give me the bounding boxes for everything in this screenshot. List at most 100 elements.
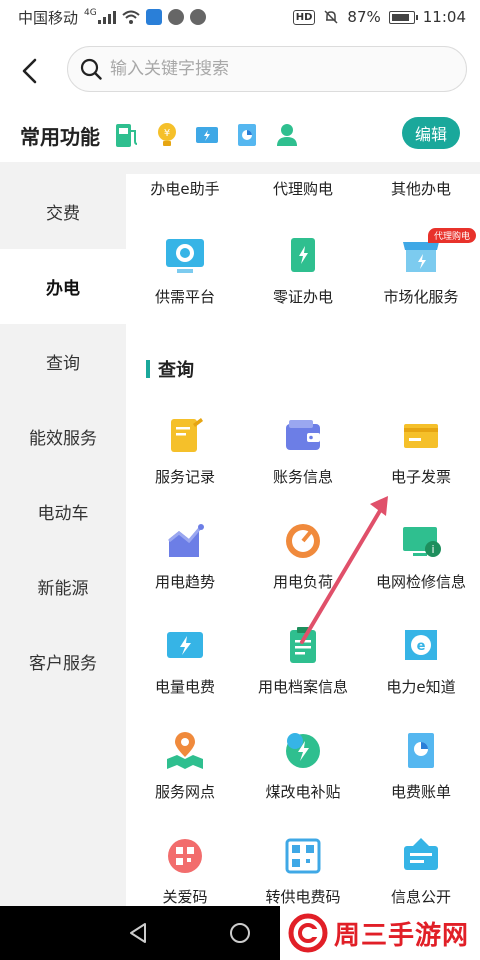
svg-text:i: i: [431, 543, 434, 556]
triangle-back-icon: [130, 923, 146, 943]
search-icon: [80, 58, 102, 80]
item-label: 电费账单: [390, 783, 451, 801]
carrier-label: 中国移动: [18, 8, 79, 27]
common-functions-title: 常用功能: [20, 124, 100, 149]
grid-item[interactable]: 电量电费: [126, 624, 244, 697]
section-divider: [0, 162, 480, 174]
sidebar-item-customer-service[interactable]: 客户服务: [0, 624, 126, 699]
grid-item[interactable]: i 电网检修信息: [362, 519, 480, 592]
electricity-card-icon[interactable]: [194, 121, 220, 149]
sidebar-item-query[interactable]: 查询: [0, 324, 126, 399]
item-label: 其他办电: [390, 180, 451, 198]
item-label: 电量电费: [154, 678, 215, 696]
service-outlet-map-icon: [167, 732, 203, 769]
back-arrow-icon: [22, 58, 37, 84]
supply-demand-platform-icon: [166, 239, 204, 273]
grid-maintenance-icon: i: [403, 527, 441, 557]
svg-text:¥: ¥: [164, 128, 170, 139]
nav-home-button[interactable]: [224, 918, 256, 948]
status-bar: 中国移动 4G HD 87% 11:04: [0, 0, 480, 34]
proxy-purchase-badge: 代理购电: [427, 228, 476, 243]
grid-item[interactable]: 用电负荷: [244, 519, 362, 592]
mute-bell-icon: [324, 10, 338, 24]
item-label: 供需平台: [154, 288, 215, 306]
charging-station-icon[interactable]: [114, 121, 140, 149]
item-label: 用电负荷: [272, 573, 333, 591]
grid-item[interactable]: 其他办电: [362, 178, 480, 199]
power-e-know-icon: e: [405, 630, 437, 660]
svg-text:e: e: [417, 639, 426, 654]
electricity-bill-icon: [408, 733, 434, 768]
item-label: 账务信息: [272, 468, 333, 486]
chat-icon: [189, 9, 206, 25]
usage-archive-icon: [290, 627, 316, 663]
grid-item[interactable]: 服务网点: [126, 729, 244, 802]
clock: 11:04: [422, 8, 466, 26]
sidebar-item-ev[interactable]: 电动车: [0, 474, 126, 549]
item-label: 电力e知道: [386, 678, 456, 696]
grid-item[interactable]: 供需平台: [126, 234, 244, 307]
search-input[interactable]: [110, 59, 410, 79]
public-info-board-icon: [404, 838, 438, 870]
load-gauge-icon: [286, 524, 320, 558]
function-grid: 办电e助手 代理购电 其他办电 供需平台 零证办电 代理购电 市场化服务 查询 …: [126, 174, 480, 906]
watermark: 周三手游网: [280, 906, 480, 960]
grid-item[interactable]: 电子发票: [362, 414, 480, 487]
item-label: 电子发票: [390, 468, 451, 486]
grid-item[interactable]: 用电档案信息: [244, 624, 362, 697]
zero-certificate-icon: [291, 238, 315, 272]
item-label: 转供电费码: [265, 888, 341, 906]
network-type: 4G: [84, 8, 97, 18]
grid-item[interactable]: 代理购电 市场化服务: [362, 228, 480, 307]
usage-trend-icon: [168, 524, 204, 557]
sidebar-item-energy-service[interactable]: 能效服务: [0, 399, 126, 474]
grid-item[interactable]: 账务信息: [244, 414, 362, 487]
grid-item[interactable]: 零证办电: [244, 234, 362, 307]
category-sidebar: 交费 办电 查询 能效服务 电动车 新能源 客户服务: [0, 174, 126, 906]
common-functions-bar: 常用功能 ¥ 编辑: [0, 108, 480, 162]
grid-item[interactable]: 办电e助手: [126, 178, 244, 199]
item-label: 用电档案信息: [257, 678, 348, 696]
watermark-text: 周三手游网: [334, 919, 470, 950]
grid-item[interactable]: 信息公开: [362, 834, 480, 906]
back-button[interactable]: [0, 41, 60, 101]
item-label: 服务记录: [154, 468, 215, 486]
lightbulb-coin-icon[interactable]: ¥: [154, 121, 180, 149]
signal-icon: 4G: [84, 8, 116, 24]
item-label: 电网检修信息: [375, 573, 466, 591]
nav-back-button[interactable]: [122, 918, 154, 948]
battery-percent: 87%: [347, 8, 381, 26]
app-notification-icon: [145, 9, 162, 25]
coal-to-electric-subsidy-icon: [286, 733, 320, 768]
grid-item[interactable]: 用电趋势: [126, 519, 244, 592]
electricity-fee-icon: [167, 632, 203, 658]
grid-item[interactable]: 关爱码: [126, 834, 244, 906]
service-record-icon: [171, 418, 203, 452]
grid-item[interactable]: 煤改电补贴: [244, 729, 362, 802]
item-label: 办电e助手: [150, 180, 220, 198]
care-code-icon: [168, 839, 202, 873]
sidebar-item-pay[interactable]: 交费: [0, 174, 126, 249]
wallet-icon: [286, 420, 320, 450]
wechat-icon: [167, 9, 184, 25]
grid-item[interactable]: e 电力e知道: [362, 624, 480, 697]
user-service-icon[interactable]: [274, 121, 300, 149]
search-box[interactable]: [67, 46, 467, 92]
item-label: 市场化服务: [383, 288, 459, 306]
hd-icon: HD: [292, 9, 316, 25]
sidebar-item-new-energy[interactable]: 新能源: [0, 549, 126, 624]
item-label: 零证办电: [272, 288, 333, 306]
header: [0, 34, 480, 108]
grid-item[interactable]: 服务记录: [126, 414, 244, 487]
grid-item[interactable]: 转供电费码: [244, 834, 362, 906]
grid-item[interactable]: 代理购电: [244, 178, 362, 199]
sidebar-item-apply-electricity[interactable]: 办电: [0, 249, 126, 324]
item-label: 用电趋势: [154, 573, 215, 591]
circle-home-icon: [230, 923, 250, 943]
wifi-icon: [122, 10, 140, 24]
edit-button[interactable]: 编辑: [402, 117, 460, 149]
item-label: 煤改电补贴: [265, 783, 341, 801]
grid-item[interactable]: 电费账单: [362, 729, 480, 802]
bill-chart-icon[interactable]: [234, 121, 260, 149]
query-section-title: 查询: [146, 356, 194, 382]
